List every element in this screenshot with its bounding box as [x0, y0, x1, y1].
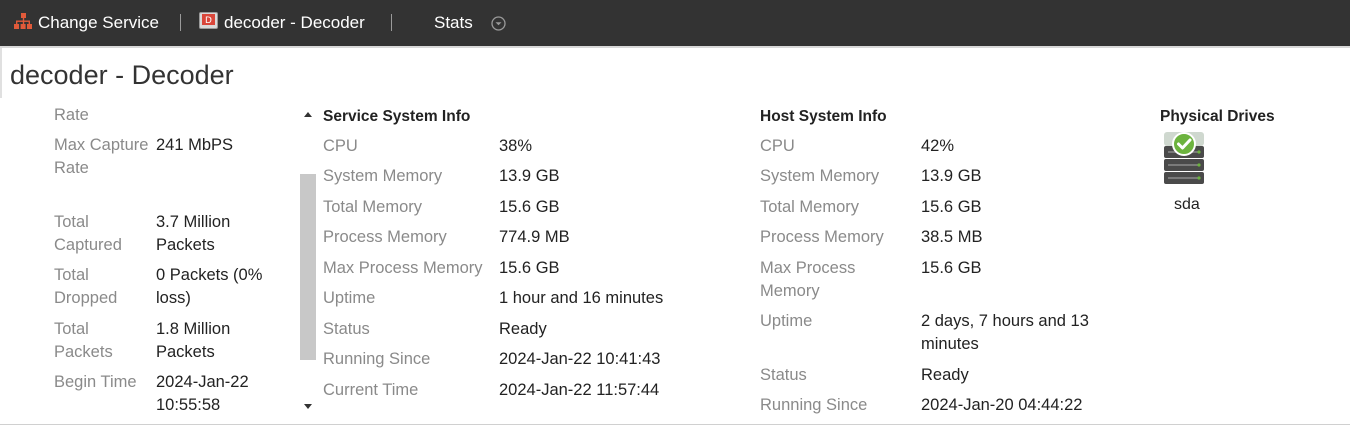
drive-item[interactable]	[1160, 130, 1214, 191]
change-service-button[interactable]: Change Service	[14, 0, 159, 46]
row-label: Process Memory	[760, 228, 884, 246]
service-name-label: decoder - Decoder	[224, 13, 365, 32]
stat-value: 241 MbPS	[156, 136, 234, 154]
toolbar-divider	[391, 14, 392, 31]
stat-label: Total Captured	[54, 213, 122, 254]
row-label: Running Since	[760, 396, 868, 414]
row-value: 42%	[921, 137, 955, 155]
svg-text:D: D	[205, 16, 212, 26]
row-label: Uptime	[760, 312, 813, 330]
capture-stats-panel: Rate Max Capture Rate 241 MbPS Total Cap…	[0, 104, 298, 420]
top-toolbar: Change Service D decoder - Decoder Stats	[0, 0, 1350, 46]
stat-label: Total Dropped	[54, 266, 118, 307]
row-value: 38.5 MB	[921, 228, 983, 246]
physical-drives-heading: Physical Drives	[1160, 108, 1275, 125]
row-value: 13.9 GB	[921, 167, 982, 185]
network-icon	[14, 12, 32, 34]
scroll-down-button[interactable]	[298, 396, 318, 416]
stat-value: 0 Packets (0% loss)	[156, 266, 263, 307]
row-value: 2024-Jan-20 04:44:22	[921, 396, 1083, 414]
view-label: Stats	[434, 13, 473, 32]
drive-name: sda	[1174, 196, 1200, 213]
service-system-info-heading: Service System Info	[323, 108, 471, 125]
row-value: 2024-Jan-22 10:41:43	[499, 350, 661, 368]
stats-scrollbar[interactable]	[298, 104, 318, 416]
bottom-divider	[0, 424, 1350, 425]
row-label: Status	[760, 366, 807, 384]
row-label: Total Memory	[323, 198, 423, 216]
view-dropdown[interactable]: Stats	[434, 0, 506, 46]
row-value: 15.6 GB	[921, 259, 982, 277]
page-title: decoder - Decoder	[10, 60, 234, 90]
row-value: 15.6 GB	[499, 259, 560, 277]
row-value: 2 days, 7 hours and 13 minutes	[921, 312, 1089, 353]
row-value: Ready	[499, 320, 547, 338]
scroll-up-button[interactable]	[298, 104, 318, 124]
decoder-service-icon: D	[199, 12, 218, 34]
row-label: Total Memory	[760, 198, 860, 216]
stat-label: Total Packets	[54, 320, 113, 361]
row-label: System Memory	[760, 167, 880, 185]
host-system-info-heading: Host System Info	[760, 108, 887, 125]
chevron-down-icon	[491, 15, 506, 31]
stat-label: Max Capture Rate	[54, 136, 149, 177]
row-label: System Memory	[323, 167, 443, 185]
toolbar-divider	[180, 14, 181, 31]
stat-value: 2024-Jan-22 10:55:58	[156, 373, 249, 414]
row-value: 774.9 MB	[499, 228, 570, 246]
stat-label: Begin Time	[54, 373, 137, 391]
row-value: 13.9 GB	[499, 167, 560, 185]
drive-ok-icon	[1160, 132, 1208, 190]
row-label: CPU	[760, 137, 795, 155]
row-value: 38%	[499, 137, 533, 155]
frame-edge	[0, 48, 2, 98]
row-label: Status	[323, 320, 370, 338]
service-selector[interactable]: D decoder - Decoder	[199, 0, 365, 46]
row-value: 15.6 GB	[499, 198, 560, 216]
row-value: 1 hour and 16 minutes	[499, 289, 664, 307]
row-label: Uptime	[323, 289, 376, 307]
stat-value: 3.7 Million Packets	[156, 213, 231, 254]
row-label: Max Process Memory	[323, 259, 483, 277]
change-service-label: Change Service	[38, 13, 159, 32]
row-value: Ready	[921, 366, 969, 384]
row-value: 2024-Jan-22 11:57:44	[499, 381, 660, 399]
row-label: CPU	[323, 137, 358, 155]
scroll-thumb[interactable]	[300, 174, 316, 360]
row-label: Running Since	[323, 350, 431, 368]
row-value: 15.6 GB	[921, 198, 982, 216]
stat-label: Rate	[54, 106, 89, 124]
row-label: Process Memory	[323, 228, 447, 246]
stat-value: 1.8 Million Packets	[156, 320, 231, 361]
row-label: Current Time	[323, 381, 419, 399]
row-label: Max Process Memory	[760, 259, 856, 300]
